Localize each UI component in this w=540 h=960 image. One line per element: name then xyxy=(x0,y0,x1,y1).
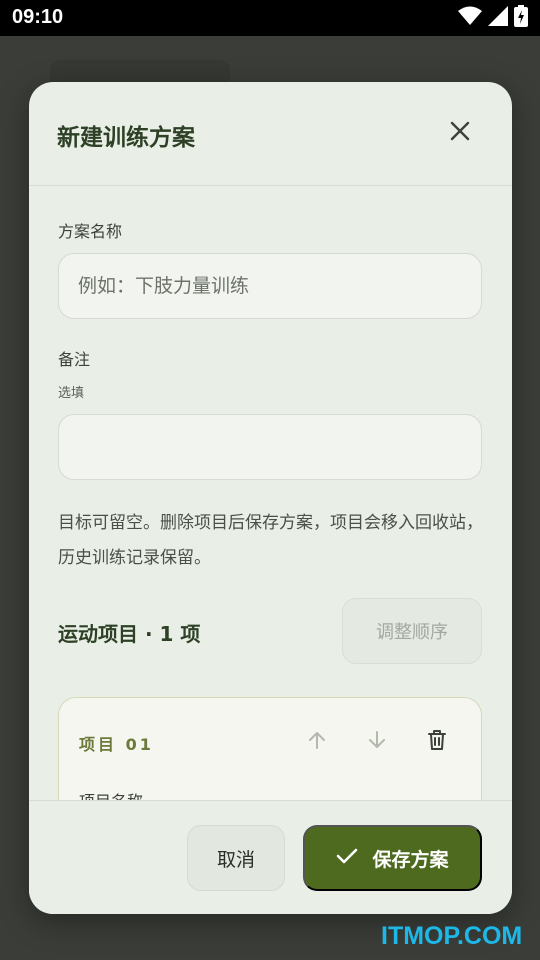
save-plan-label: 保存方案 xyxy=(372,848,449,871)
notes-input[interactable] xyxy=(58,414,482,480)
check-icon xyxy=(336,847,358,870)
move-down-button[interactable] xyxy=(359,724,395,760)
close-button[interactable] xyxy=(441,114,479,152)
status-bar: 09:10 xyxy=(0,0,540,36)
exercise-section-title: 运动项目 · 1 项 xyxy=(58,622,201,646)
plan-name-input[interactable] xyxy=(58,253,482,319)
watermark-logo: ITMOP.COM xyxy=(381,922,523,950)
battery-icon xyxy=(514,5,528,31)
notes-label: 备注 xyxy=(58,350,91,369)
close-icon xyxy=(449,120,471,146)
save-plan-button[interactable]: 保存方案 xyxy=(303,825,482,891)
signal-icon xyxy=(488,6,508,30)
trash-icon xyxy=(426,729,448,755)
arrow-down-icon xyxy=(367,730,387,754)
cancel-button[interactable]: 取消 xyxy=(187,825,285,891)
plan-name-label: 方案名称 xyxy=(58,222,123,241)
dialog-title: 新建训练方案 xyxy=(57,125,195,151)
item-index-label: 项目 01 xyxy=(79,735,154,754)
info-text: 目标可留空。删除项目后保存方案，项目会移入回收站，历史训练记录保留。 xyxy=(58,513,483,568)
move-up-button[interactable] xyxy=(299,724,335,760)
dialog-footer: 取消 保存方案 xyxy=(29,800,512,914)
new-plan-dialog: 新建训练方案 方案名称 备注 选填 目标可留空。删除项目后保存方案，项目会移入回… xyxy=(29,82,512,914)
wifi-icon xyxy=(458,6,482,30)
status-icons xyxy=(458,5,528,31)
reorder-button[interactable]: 调整顺序 xyxy=(342,598,482,664)
dialog-header: 新建训练方案 xyxy=(29,82,512,186)
status-time: 09:10 xyxy=(12,6,64,28)
arrow-up-icon xyxy=(307,730,327,754)
delete-item-button[interactable] xyxy=(419,724,455,760)
notes-hint: 选填 xyxy=(58,386,85,401)
